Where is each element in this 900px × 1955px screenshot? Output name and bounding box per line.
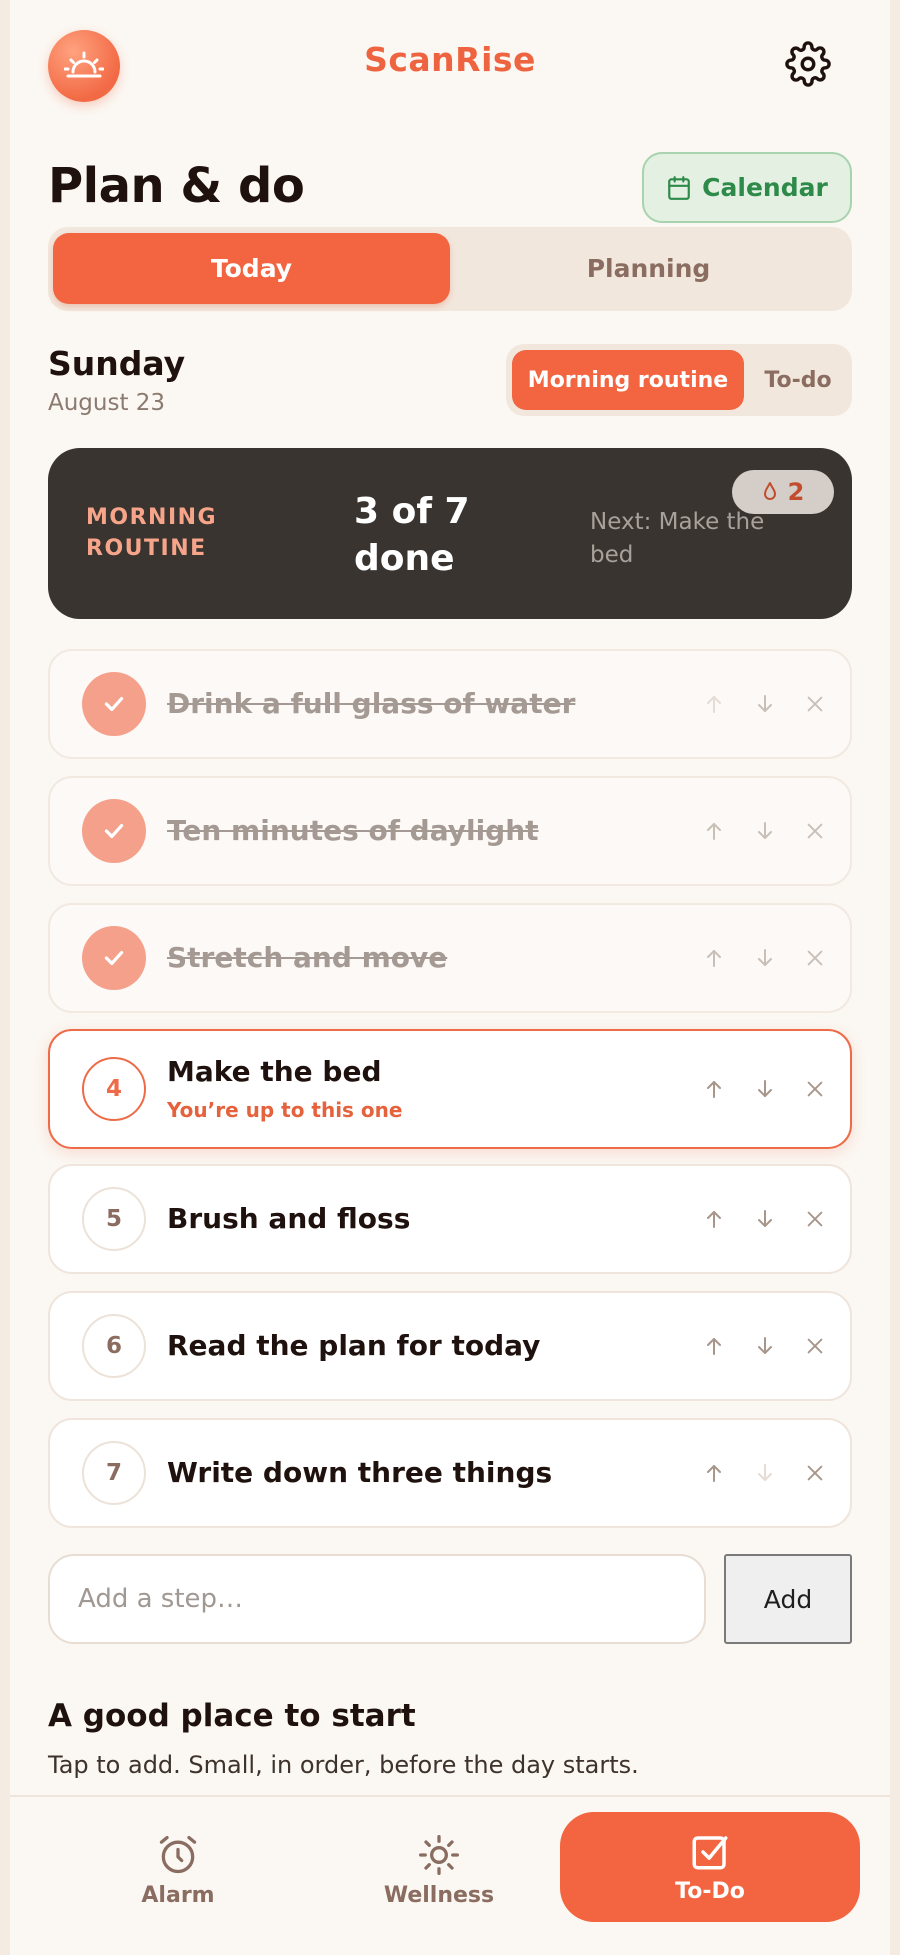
tab-today[interactable]: Today xyxy=(53,233,450,304)
task-text: Stretch and move xyxy=(167,941,448,974)
page-title: Plan & do xyxy=(48,158,305,214)
arrow-up-icon xyxy=(707,1081,721,1098)
arrow-up-icon xyxy=(707,1211,721,1228)
check-icon xyxy=(104,823,124,839)
check-icon xyxy=(104,696,124,712)
mode-morning-routine[interactable]: Morning routine xyxy=(512,350,744,410)
close-icon xyxy=(807,823,823,839)
task-number-badge[interactable]: 5 xyxy=(82,1187,146,1251)
move-up-button[interactable] xyxy=(694,1326,734,1366)
remove-button[interactable] xyxy=(795,938,835,978)
move-down-button[interactable] xyxy=(745,1326,785,1366)
move-down-button[interactable] xyxy=(745,1199,785,1239)
task-check-button[interactable] xyxy=(82,672,146,736)
arrow-up-icon xyxy=(707,696,721,713)
nav-wellness-label: Wellness xyxy=(383,1882,495,1908)
close-icon xyxy=(807,1081,823,1097)
arrow-down-icon xyxy=(758,1337,772,1354)
gear-icon xyxy=(785,41,831,87)
progress-label: MORNING ROUTINE xyxy=(86,505,218,561)
nav-todo-label: To-Do xyxy=(675,1878,745,1904)
task-number-badge[interactable]: 6 xyxy=(82,1314,146,1378)
remove-button[interactable] xyxy=(795,684,835,724)
task-check-button[interactable] xyxy=(82,926,146,990)
sun-icon xyxy=(419,1834,459,1875)
task-text: Make the bed xyxy=(167,1055,382,1088)
arrow-up-icon xyxy=(707,823,721,840)
move-up-button[interactable] xyxy=(694,1453,734,1493)
arrow-down-icon xyxy=(758,949,772,966)
alarm-clock-icon xyxy=(159,1835,197,1873)
remove-button[interactable] xyxy=(795,811,835,851)
arrow-down-icon xyxy=(758,1210,772,1227)
close-icon xyxy=(807,1211,823,1227)
task-text: Read the plan for today xyxy=(167,1329,541,1362)
calendar-label: Calendar xyxy=(702,173,828,202)
task-number-badge[interactable]: 4 xyxy=(82,1057,146,1121)
add-step-input[interactable] xyxy=(48,1554,706,1644)
day-name: Sunday xyxy=(48,344,186,383)
settings-button[interactable] xyxy=(782,38,834,90)
arrow-up-icon xyxy=(707,1465,721,1482)
move-up-button[interactable] xyxy=(694,1069,734,1109)
flame-icon xyxy=(763,482,776,500)
nav-alarm[interactable]: Alarm xyxy=(78,1820,278,1920)
arrow-down-icon xyxy=(758,695,772,712)
arrow-down-icon xyxy=(758,1464,772,1481)
tab-planning[interactable]: Planning xyxy=(450,233,847,304)
calendar-icon xyxy=(668,175,691,200)
suggestions-title: A good place to start xyxy=(48,1698,416,1734)
close-icon xyxy=(807,696,823,712)
calendar-button[interactable]: Calendar xyxy=(642,152,852,223)
app-title: ScanRise xyxy=(364,40,536,79)
checkbox-icon xyxy=(692,1835,728,1869)
task-text: Drink a full glass of water xyxy=(167,687,576,720)
task-check-button[interactable] xyxy=(82,799,146,863)
nav-wellness[interactable]: Wellness xyxy=(339,1820,539,1920)
arrow-up-icon xyxy=(707,1338,721,1355)
mode-todo[interactable]: To-do xyxy=(744,350,852,410)
streak-badge: 2 xyxy=(732,470,834,514)
task-text: Write down three things xyxy=(167,1456,553,1489)
move-down-button[interactable] xyxy=(745,1069,785,1109)
arrow-down-icon xyxy=(758,1080,772,1097)
check-icon xyxy=(104,950,124,966)
nav-alarm-label: Alarm xyxy=(141,1882,215,1908)
streak-count: 2 xyxy=(787,478,805,506)
close-icon xyxy=(807,950,823,966)
nav-todo[interactable]: To-Do xyxy=(560,1812,860,1922)
move-down-button[interactable] xyxy=(745,938,785,978)
progress-count: 3 of 7 done xyxy=(354,491,470,579)
day-date: August 23 xyxy=(48,390,166,416)
arrow-down-icon xyxy=(758,822,772,839)
move-up-button[interactable] xyxy=(694,1199,734,1239)
next-step-text: Next: Make the bed xyxy=(590,509,765,568)
task-text: Brush and floss xyxy=(167,1202,411,1235)
move-up-button[interactable] xyxy=(694,811,734,851)
remove-button[interactable] xyxy=(795,1069,835,1109)
task-number-badge[interactable]: 7 xyxy=(82,1441,146,1505)
move-down-button[interactable] xyxy=(745,811,785,851)
close-icon xyxy=(807,1465,823,1481)
move-down-button[interactable] xyxy=(745,1453,785,1493)
move-up-button[interactable] xyxy=(694,684,734,724)
move-down-button[interactable] xyxy=(745,684,785,724)
remove-button[interactable] xyxy=(795,1453,835,1493)
task-text: Ten minutes of daylight xyxy=(167,814,539,847)
suggestions-subtitle: Tap to add. Small, in order, before the … xyxy=(48,1751,639,1779)
app-screen: ScanRise Plan & do Calendar Today Planni… xyxy=(10,0,890,1955)
remove-button[interactable] xyxy=(795,1326,835,1366)
move-up-button[interactable] xyxy=(694,938,734,978)
remove-button[interactable] xyxy=(795,1199,835,1239)
task-current-hint: You’re up to this one xyxy=(167,1098,403,1122)
add-step-button[interactable]: Add xyxy=(724,1554,852,1644)
arrow-up-icon xyxy=(707,950,721,967)
close-icon xyxy=(807,1338,823,1354)
